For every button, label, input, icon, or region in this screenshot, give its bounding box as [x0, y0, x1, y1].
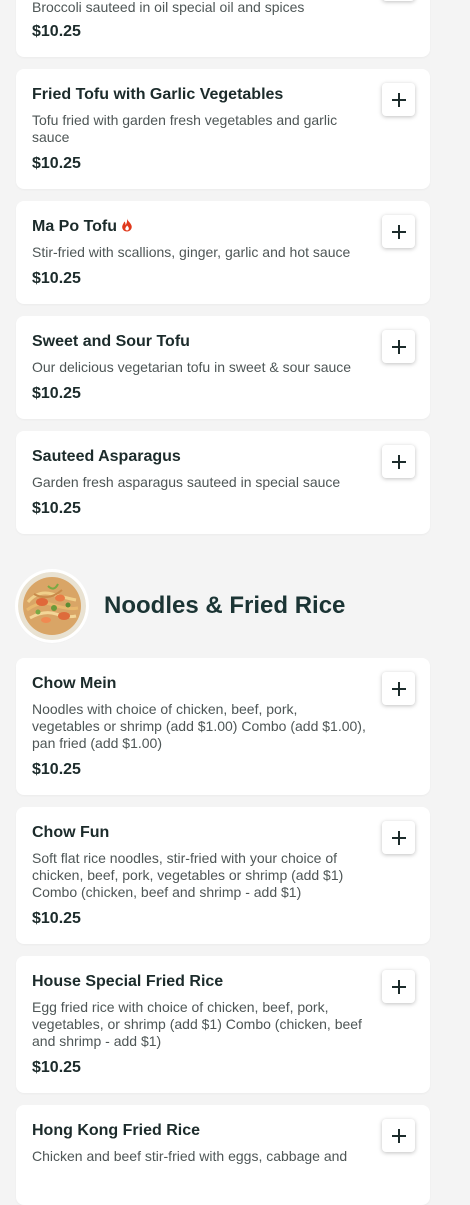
add-item-button[interactable]: [382, 1119, 415, 1152]
plus-icon: [391, 681, 406, 696]
menu-item-price: $10.25: [32, 270, 81, 287]
menu-item-price: $10.25: [32, 23, 81, 40]
menu-item-card[interactable]: Ma Po Tofu Stir-fried with scallions, gi…: [16, 201, 430, 304]
menu-item-title: Hong Kong Fried Rice: [32, 1122, 200, 1139]
menu-item-description: Garden fresh asparagus sauteed in specia…: [32, 474, 341, 490]
menu-item-description: Noodles with choice of chicken, beef, po…: [32, 701, 366, 751]
menu-item-price: $10.25: [32, 155, 81, 172]
plus-icon: [391, 339, 406, 354]
menu-item-price: $10.25: [32, 761, 81, 778]
section-image: [18, 572, 86, 640]
menu-item-price: $10.25: [32, 910, 81, 927]
flame-icon: [121, 218, 133, 237]
menu-item-description: Chicken and beef stir-fried with eggs, c…: [32, 1148, 348, 1164]
menu-item-description: Our delicious vegetarian tofu in sweet &…: [32, 359, 352, 375]
menu-item-card[interactable]: Broccoli sauteed in oil special oil and …: [16, 0, 430, 57]
noodle-dish-photo-icon: [18, 572, 86, 640]
menu-item-title: House Special Fried Rice: [32, 973, 224, 990]
add-item-button[interactable]: [382, 215, 415, 248]
menu-item-price: $10.25: [32, 385, 81, 402]
menu-item-description: Egg fried rice with choice of chicken, b…: [32, 999, 362, 1049]
menu-item-price: $10.25: [32, 1059, 81, 1076]
section-header: Noodles & Fried Rice: [16, 568, 430, 644]
add-item-button[interactable]: [382, 0, 415, 1]
menu-item-description: Tofu fried with garden fresh vegetables …: [32, 112, 338, 145]
menu-item-title: Chow Mein: [32, 675, 117, 692]
menu-item-title: Fried Tofu with Garlic Vegetables: [32, 86, 284, 103]
menu-item-card[interactable]: Hong Kong Fried Rice Chicken and beef st…: [16, 1105, 430, 1205]
menu-item-card[interactable]: House Special Fried Rice Egg fried rice …: [16, 956, 430, 1093]
add-item-button[interactable]: [382, 330, 415, 363]
menu-item-description: Soft flat rice noodles, stir-fried with …: [32, 850, 344, 900]
menu-item-price: $10.25: [32, 500, 81, 517]
menu-item-description: Stir-fried with scallions, ginger, garli…: [32, 244, 351, 260]
menu-item-title: Ma Po Tofu: [32, 218, 118, 235]
section-title: Noodles & Fried Rice: [104, 592, 346, 619]
plus-icon: [391, 92, 406, 107]
menu-item-card[interactable]: Sauteed Asparagus Garden fresh asparagus…: [16, 431, 430, 534]
menu-item-card[interactable]: Sweet and Sour Tofu Our delicious vegeta…: [16, 316, 430, 419]
plus-icon: [391, 1128, 406, 1143]
menu-item-card[interactable]: Fried Tofu with Garlic Vegetables Tofu f…: [16, 69, 430, 189]
menu-item-description: Broccoli sauteed in oil special oil and …: [32, 0, 305, 15]
menu-item-title-row: Ma Po Tofu: [32, 218, 133, 237]
menu-item-card[interactable]: Chow Fun Soft flat rice noodles, stir-fr…: [16, 807, 430, 944]
add-item-button[interactable]: [382, 445, 415, 478]
plus-icon: [391, 979, 406, 994]
menu-item-title: Sauteed Asparagus: [32, 448, 181, 465]
menu-item-card[interactable]: Chow Mein Noodles with choice of chicken…: [16, 658, 430, 795]
add-item-button[interactable]: [382, 672, 415, 705]
menu-item-title: Sweet and Sour Tofu: [32, 333, 190, 350]
plus-icon: [391, 830, 406, 845]
add-item-button[interactable]: [382, 83, 415, 116]
add-item-button[interactable]: [382, 970, 415, 1003]
add-item-button[interactable]: [382, 821, 415, 854]
menu-item-title: Chow Fun: [32, 824, 110, 841]
plus-icon: [391, 224, 406, 239]
plus-icon: [391, 454, 406, 469]
